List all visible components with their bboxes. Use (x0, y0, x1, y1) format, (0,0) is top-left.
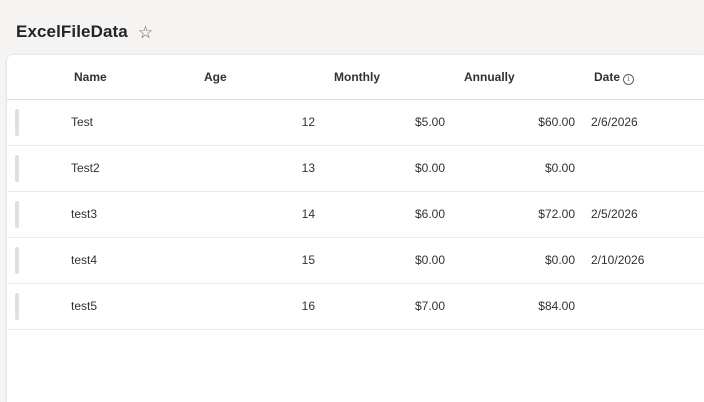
row-select-handle[interactable] (15, 155, 19, 182)
row-select-handle[interactable] (15, 201, 19, 228)
cell-annually[interactable]: $84.00 (475, 299, 575, 313)
column-header-date[interactable]: Date i (594, 70, 635, 85)
cell-monthly[interactable]: $5.00 (345, 115, 445, 129)
cell-age[interactable]: 16 (215, 299, 315, 313)
column-header-monthly[interactable]: Monthly (334, 70, 380, 84)
cell-age[interactable]: 12 (215, 115, 315, 129)
table-row[interactable]: test4 15 $0.00 $0.00 2/10/2026 (7, 238, 704, 284)
data-table: Name Age Monthly Annually Date i Test 12 $5… (7, 55, 704, 402)
table-header-row: Name Age Monthly Annually Date i (7, 55, 704, 100)
cell-monthly[interactable]: $0.00 (345, 253, 445, 267)
row-select-handle[interactable] (15, 247, 19, 274)
cell-monthly[interactable]: $0.00 (345, 161, 445, 175)
star-icon[interactable]: ☆ (138, 24, 153, 41)
table-row[interactable]: test3 14 $6.00 $72.00 2/5/2026 (7, 192, 704, 238)
table-row[interactable]: test5 16 $7.00 $84.00 (7, 284, 704, 330)
cell-name[interactable]: test5 (71, 299, 171, 313)
column-header-name[interactable]: Name (74, 70, 107, 84)
cell-age[interactable]: 15 (215, 253, 315, 267)
cell-age[interactable]: 14 (215, 207, 315, 221)
row-select-handle[interactable] (15, 293, 19, 320)
cell-monthly[interactable]: $6.00 (345, 207, 445, 221)
cell-annually[interactable]: $0.00 (475, 161, 575, 175)
page-title: ExcelFileData (16, 22, 128, 41)
cell-name[interactable]: Test (71, 115, 171, 129)
cell-date[interactable]: 2/5/2026 (591, 207, 691, 221)
table-row[interactable]: Test 12 $5.00 $60.00 2/6/2026 (7, 100, 704, 146)
table-row[interactable]: Test2 13 $0.00 $0.00 (7, 146, 704, 192)
cell-annually[interactable]: $72.00 (475, 207, 575, 221)
cell-age[interactable]: 13 (215, 161, 315, 175)
column-header-date-label: Date (594, 70, 621, 84)
column-header-annually[interactable]: Annually (464, 70, 515, 84)
cell-date[interactable]: 2/10/2026 (591, 253, 691, 267)
column-header-age[interactable]: Age (204, 70, 227, 84)
page: ExcelFileData ☆ Name Age Monthly Annuall… (0, 0, 704, 402)
row-select-handle[interactable] (15, 109, 19, 136)
cell-monthly[interactable]: $7.00 (345, 299, 445, 313)
cell-date[interactable]: 2/6/2026 (591, 115, 691, 129)
cell-name[interactable]: test4 (71, 253, 171, 267)
cell-annually[interactable]: $60.00 (475, 115, 575, 129)
cell-name[interactable]: Test2 (71, 161, 171, 175)
info-icon[interactable]: i (623, 74, 635, 85)
page-header: ExcelFileData ☆ (16, 18, 153, 46)
cell-annually[interactable]: $0.00 (475, 253, 575, 267)
cell-name[interactable]: test3 (71, 207, 171, 221)
